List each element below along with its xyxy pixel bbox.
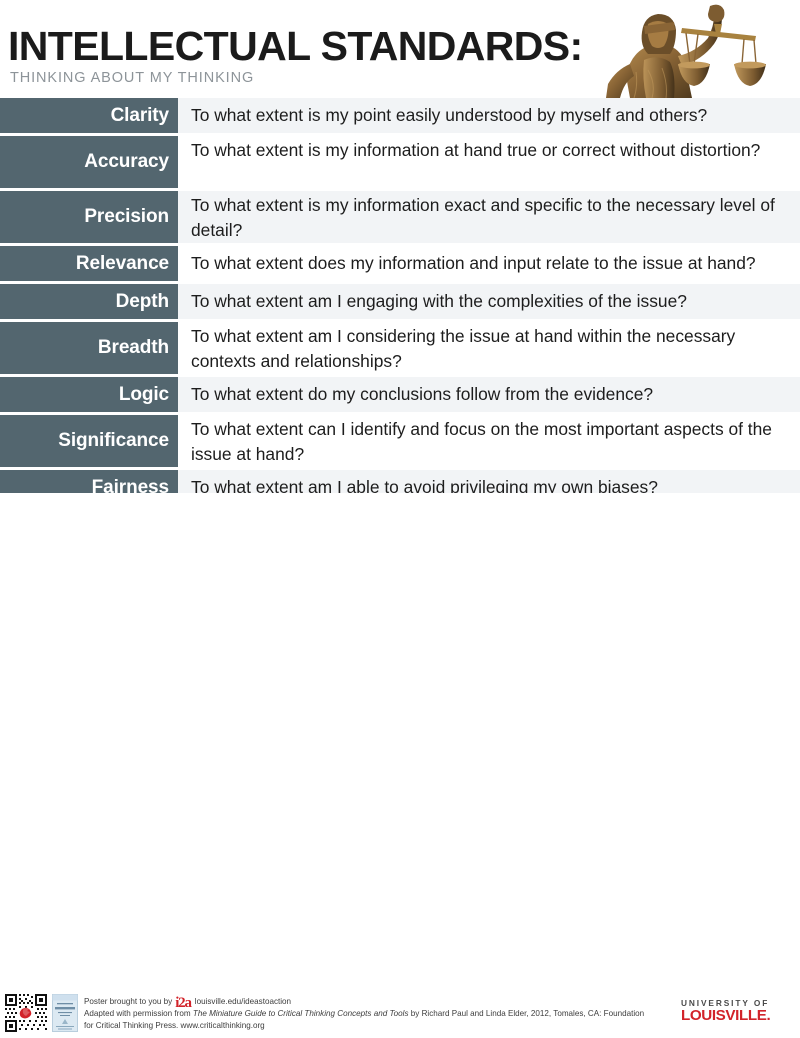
standard-label: Depth — [0, 284, 178, 319]
brought-to-you-by-text: Poster brought to you by — [84, 997, 173, 1006]
table-row: Accuracy To what extent is my informatio… — [0, 136, 800, 188]
booklet-thumbnail-icon — [52, 994, 78, 1032]
standard-question: To what extent am I engaging with the co… — [178, 284, 800, 319]
adapted-source-title: The Miniature Guide to Critical Thinking… — [192, 1009, 409, 1018]
standard-label: Accuracy — [0, 136, 178, 188]
standard-label: Precision — [0, 191, 178, 243]
standard-label: Significance — [0, 415, 178, 467]
standard-label: Clarity — [0, 98, 178, 133]
adapted-suffix-text: by Richard Paul and Linda Elder, 2012, T… — [410, 1009, 645, 1018]
qr-code-icon[interactable] — [4, 993, 48, 1033]
standard-question: To what extent do my conclusions follow … — [178, 377, 800, 412]
poster-footer: Poster brought to you by i2a louisville.… — [0, 493, 800, 1033]
table-row: Depth To what extent am I engaging with … — [0, 284, 800, 319]
university-of-louisville-logo: UNIVERSITY OF LOUISVILLE. — [681, 998, 771, 1024]
standard-question: To what extent is my information at hand… — [178, 136, 800, 188]
poster-root: INTELLECTUAL STANDARDS: THINKING ABOUT M… — [0, 0, 800, 1033]
standard-label: Relevance — [0, 246, 178, 281]
table-row: Precision To what extent is my informati… — [0, 191, 800, 243]
table-row: Significance To what extent can I identi… — [0, 415, 800, 467]
lady-justice-statue-icon — [586, 0, 800, 98]
standard-question: To what extent is my information exact a… — [178, 191, 800, 243]
i2a-url-link[interactable]: louisville.edu/ideastoaction — [195, 996, 291, 1008]
intellectual-standards-table: Clarity To what extent is my point easil… — [0, 98, 800, 508]
page-title: INTELLECTUAL STANDARDS: — [8, 23, 583, 69]
standard-label: Logic — [0, 377, 178, 412]
university-logo-top-text: UNIVERSITY OF — [681, 998, 770, 1008]
standard-question: To what extent can I identify and focus … — [178, 415, 800, 467]
standard-question: To what extent does my information and i… — [178, 246, 800, 281]
credit-line-publisher: for Critical Thinking Press. www.critica… — [84, 1020, 265, 1030]
table-row: Relevance To what extent does my informa… — [0, 246, 800, 281]
i2a-logo: i2a — [175, 995, 192, 1011]
table-row: Logic To what extent do my conclusions f… — [0, 377, 800, 412]
standard-question: To what extent is my point easily unders… — [178, 98, 800, 133]
table-row: Breadth To what extent am I considering … — [0, 322, 800, 374]
table-row: Clarity To what extent is my point easil… — [0, 98, 800, 133]
university-logo-bottom-text: LOUISVILLE. — [681, 1007, 771, 1024]
page-subtitle: THINKING ABOUT MY THINKING — [10, 70, 255, 86]
standard-label: Breadth — [0, 322, 178, 374]
credits-block: Poster brought to you by i2a louisville.… — [84, 996, 664, 1031]
standard-question: To what extent am I considering the issu… — [178, 322, 800, 374]
credit-line-adapted: Adapted with permission from The Miniatu… — [84, 1008, 664, 1020]
credit-line-brought-to-you-by: Poster brought to you by i2a louisville.… — [84, 995, 664, 1011]
adapted-prefix-text: Adapted with permission from — [84, 1009, 191, 1018]
